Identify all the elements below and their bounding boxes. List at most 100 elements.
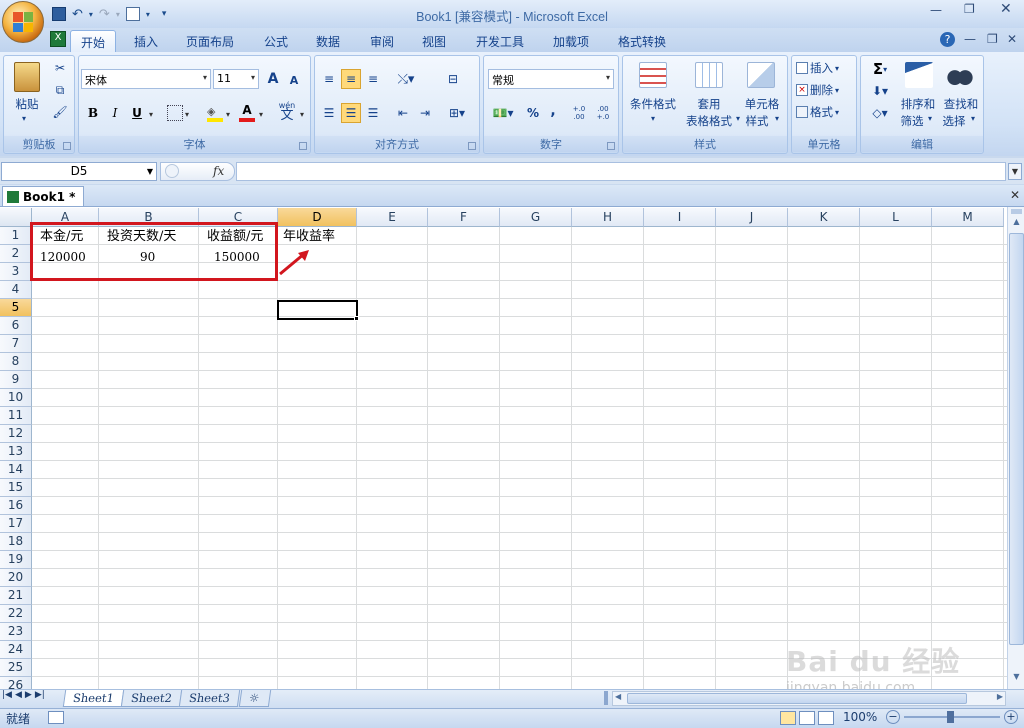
column-header-K[interactable]: K: [788, 208, 860, 227]
row-header-24[interactable]: 24: [0, 641, 32, 659]
cut-icon[interactable]: ✂: [52, 60, 68, 76]
borders-dropdown-icon[interactable]: ▾: [185, 110, 189, 119]
tab-review[interactable]: 审阅: [360, 30, 404, 52]
increase-decimal-button[interactable]: +.0 .00: [568, 103, 590, 123]
paste-dropdown-icon[interactable]: ▾: [22, 114, 26, 123]
zoom-slider-thumb[interactable]: [947, 711, 954, 723]
font-color-dropdown-icon[interactable]: ▾: [259, 110, 263, 119]
fill-handle[interactable]: [354, 316, 359, 321]
paste-icon[interactable]: [14, 62, 40, 92]
sort-filter-dropdown-icon[interactable]: ▾: [928, 114, 932, 123]
horizontal-scrollbar[interactable]: ◀ ▶: [612, 691, 1006, 706]
find-select-dropdown-icon[interactable]: ▾: [971, 114, 975, 123]
normal-view-icon[interactable]: [780, 711, 796, 725]
decrease-decimal-button[interactable]: .00 +.0: [592, 103, 614, 123]
row-header-3[interactable]: 3: [0, 263, 32, 281]
cell-styles-dropdown-icon[interactable]: ▾: [775, 114, 779, 123]
row-header-22[interactable]: 22: [0, 605, 32, 623]
zoom-level[interactable]: 100%: [843, 710, 877, 724]
font-dialog-launcher-icon[interactable]: [299, 142, 307, 150]
alignment-dialog-launcher-icon[interactable]: [468, 142, 476, 150]
bold-button[interactable]: B: [83, 103, 103, 123]
scroll-up-icon[interactable]: ▲: [1009, 217, 1024, 231]
row-header-4[interactable]: 4: [0, 281, 32, 299]
tab-formulas[interactable]: 公式: [254, 30, 298, 52]
row-header-21[interactable]: 21: [0, 587, 32, 605]
workbook-tab[interactable]: Book1 *: [2, 186, 84, 206]
minimize-icon[interactable]: —: [930, 3, 942, 17]
column-header-M[interactable]: M: [932, 208, 1004, 227]
table-format-line2[interactable]: 表格格式: [679, 113, 739, 129]
column-header-G[interactable]: G: [500, 208, 572, 227]
autosum-button[interactable]: Σ ▾: [867, 60, 893, 78]
fill-color-dropdown-icon[interactable]: ▾: [226, 110, 230, 119]
formula-input[interactable]: [236, 162, 1006, 181]
sort-filter-line2[interactable]: 筛选: [897, 113, 927, 129]
excel-doc-icon[interactable]: X: [50, 31, 66, 47]
scroll-right-icon[interactable]: ▶: [997, 692, 1003, 701]
row-header-7[interactable]: 7: [0, 335, 32, 353]
merge-center-icon[interactable]: ⊞▾: [443, 103, 471, 123]
restore-icon[interactable]: ❐: [964, 2, 975, 16]
grow-font-button[interactable]: A: [263, 69, 283, 89]
last-sheet-icon[interactable]: ▶|: [35, 690, 45, 700]
scroll-down-icon[interactable]: ▼: [1009, 672, 1024, 686]
align-bottom-icon[interactable]: ≡: [363, 69, 383, 89]
first-sheet-icon[interactable]: |◀: [2, 690, 12, 700]
row-header-8[interactable]: 8: [0, 353, 32, 371]
find-select-line2[interactable]: 选择: [939, 113, 969, 129]
font-size-combo[interactable]: 11 ▾: [213, 69, 259, 89]
zoom-in-icon[interactable]: +: [1004, 710, 1018, 724]
number-format-combo[interactable]: 常规 ▾: [488, 69, 614, 89]
formula-cancel-icon[interactable]: [165, 164, 179, 178]
column-header-D[interactable]: D: [278, 208, 357, 227]
find-select-icon[interactable]: [947, 62, 973, 88]
selected-cell-D5[interactable]: [277, 300, 358, 320]
row-header-13[interactable]: 13: [0, 443, 32, 461]
underline-dropdown-icon[interactable]: ▾: [149, 110, 153, 119]
row-header-20[interactable]: 20: [0, 569, 32, 587]
align-left-icon[interactable]: ☰: [319, 103, 339, 123]
clear-icon[interactable]: ◇▾: [867, 104, 893, 122]
shrink-font-button[interactable]: A: [285, 71, 303, 89]
tab-addins[interactable]: 加载项: [543, 30, 599, 52]
align-top-icon[interactable]: ≡: [319, 69, 339, 89]
split-box-icon[interactable]: [1011, 209, 1022, 214]
align-middle-icon[interactable]: ≡: [341, 69, 361, 89]
align-right-icon[interactable]: ☰: [363, 103, 383, 123]
delete-cells-button[interactable]: × 删除 ▾: [796, 82, 839, 98]
office-button[interactable]: [2, 1, 44, 43]
row-header-2[interactable]: 2: [0, 245, 32, 263]
number-format-dropdown-icon[interactable]: ▾: [606, 73, 610, 82]
row-header-14[interactable]: 14: [0, 461, 32, 479]
percent-button[interactable]: %: [524, 103, 542, 123]
italic-button[interactable]: I: [105, 103, 125, 123]
tab-data[interactable]: 数据: [306, 30, 350, 52]
table-format-line1[interactable]: 套用: [685, 96, 733, 112]
vertical-scrollbar[interactable]: ▲ ▼: [1007, 207, 1024, 689]
page-break-view-icon[interactable]: [818, 711, 834, 725]
font-name-combo[interactable]: 宋体 ▾: [81, 69, 211, 89]
column-header-F[interactable]: F: [428, 208, 500, 227]
comma-button[interactable]: ,: [546, 101, 560, 121]
scroll-left-icon[interactable]: ◀: [615, 692, 621, 701]
formula-expand-icon[interactable]: ▼: [1008, 163, 1022, 180]
cell-styles-icon[interactable]: [747, 62, 775, 88]
paste-button[interactable]: 粘贴: [10, 96, 44, 112]
borders-icon[interactable]: [167, 105, 183, 121]
tab-view[interactable]: 视图: [412, 30, 456, 52]
fill-icon[interactable]: ⬇▾: [867, 82, 893, 100]
conditional-format-dropdown-icon[interactable]: ▾: [651, 114, 655, 123]
copy-icon[interactable]: ⧉: [52, 82, 68, 98]
row-header-10[interactable]: 10: [0, 389, 32, 407]
close-icon[interactable]: ✕: [1000, 1, 1012, 17]
row-header-18[interactable]: 18: [0, 533, 32, 551]
insert-cells-button[interactable]: 插入 ▾: [796, 60, 839, 76]
help-icon[interactable]: ?: [940, 32, 955, 47]
row-header-11[interactable]: 11: [0, 407, 32, 425]
number-dialog-launcher-icon[interactable]: [607, 142, 615, 150]
font-name-dropdown-icon[interactable]: ▾: [203, 73, 207, 82]
phonetic-dropdown-icon[interactable]: ▾: [300, 110, 304, 119]
decrease-indent-icon[interactable]: ⇤: [393, 103, 413, 123]
row-header-6[interactable]: 6: [0, 317, 32, 335]
